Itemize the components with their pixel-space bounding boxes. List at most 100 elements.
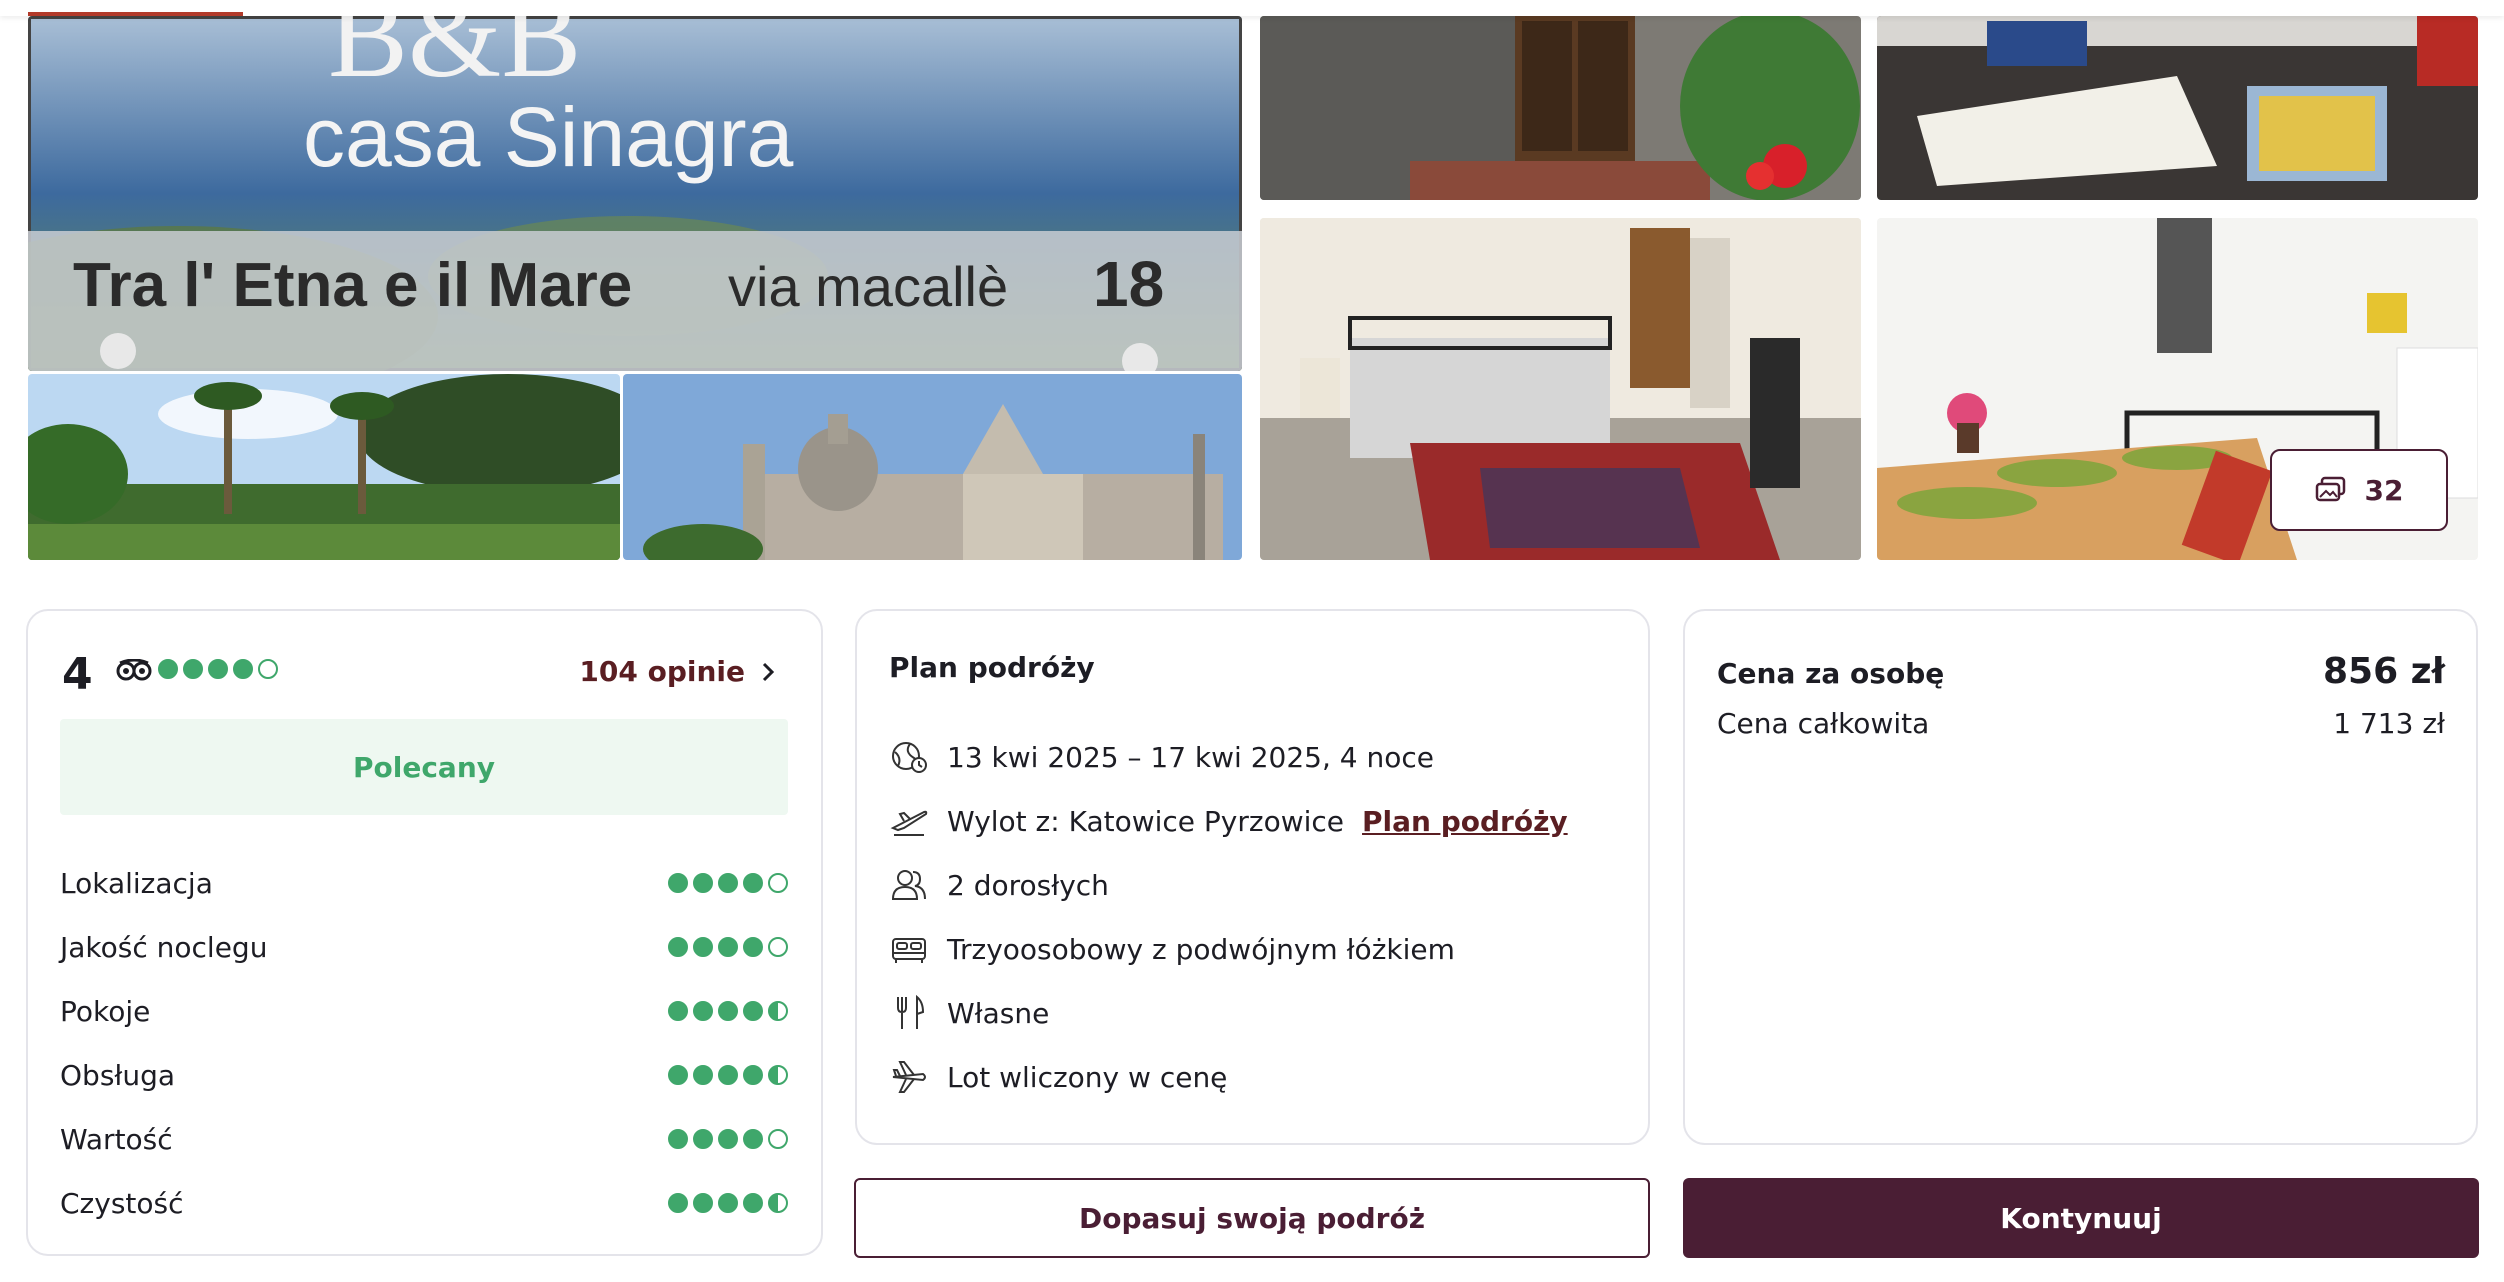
gallery-photo-bedroom[interactable] bbox=[1260, 218, 1861, 560]
rating-category-dots bbox=[668, 1065, 788, 1085]
plane-icon bbox=[889, 1057, 929, 1097]
rating-category-label: Pokoje bbox=[60, 994, 151, 1028]
rating-category-row: Lokalizacja bbox=[60, 851, 788, 915]
rating-category-label: Lokalizacja bbox=[60, 866, 213, 900]
trip-room-text: Trzyoosobowy z podwójnym łóżkiem bbox=[947, 932, 1455, 966]
rating-dot bbox=[718, 1001, 738, 1021]
rating-category-label: Czystość bbox=[60, 1186, 184, 1220]
trip-departure: Wylot z: Katowice Pyrzowice Plan podróży bbox=[889, 789, 1568, 853]
rating-dot bbox=[693, 937, 713, 957]
rating-dot bbox=[183, 659, 203, 679]
rating-dot bbox=[668, 1129, 688, 1149]
rating-dot bbox=[718, 1129, 738, 1149]
rating-dot bbox=[743, 873, 763, 893]
price-per-person-value: 856 zł bbox=[2323, 651, 2445, 692]
rating-dot bbox=[208, 659, 228, 679]
gallery-photo-garden[interactable] bbox=[28, 374, 620, 560]
sign-number: 18 bbox=[1093, 248, 1164, 320]
rating-dot bbox=[768, 937, 788, 957]
continue-button[interactable]: Kontynuuj bbox=[1683, 1178, 2479, 1258]
rating-dot bbox=[693, 873, 713, 893]
tripadvisor-icon bbox=[116, 659, 152, 681]
rating-dot bbox=[743, 1065, 763, 1085]
rating-dot bbox=[693, 1193, 713, 1213]
rating-dot bbox=[743, 1193, 763, 1213]
rating-dot bbox=[768, 1129, 788, 1149]
rating-dot bbox=[718, 1193, 738, 1213]
rating-dot bbox=[768, 1001, 788, 1021]
rating-dots bbox=[158, 659, 278, 679]
gallery-photo-cathedral[interactable] bbox=[623, 374, 1242, 560]
trip-dates-text: 13 kwi 2025 – 17 kwi 2025, 4 noce bbox=[947, 740, 1434, 774]
active-tab-indicator bbox=[28, 12, 243, 16]
rating-category-dots bbox=[668, 873, 788, 893]
rating-dot bbox=[768, 873, 788, 893]
rating-category-row: Pokoje bbox=[60, 979, 788, 1043]
trip-plan-title: Plan podróży bbox=[889, 651, 1095, 684]
rating-category-label: Wartość bbox=[60, 1122, 173, 1156]
rating-dot bbox=[693, 1001, 713, 1021]
customize-trip-button[interactable]: Dopasuj swoją podróż bbox=[854, 1178, 1650, 1258]
photo-count-button[interactable]: 32 bbox=[2270, 449, 2448, 531]
rating-dot bbox=[233, 659, 253, 679]
rating-dot bbox=[743, 1129, 763, 1149]
price-total-row: Cena całkowita 1 713 zł bbox=[1717, 707, 2445, 740]
trip-flight-text: Lot wliczony w cenę bbox=[947, 1060, 1228, 1094]
trip-flight: Lot wliczony w cenę bbox=[889, 1045, 1568, 1109]
chevron-right-icon bbox=[762, 662, 775, 681]
rating-dot bbox=[668, 937, 688, 957]
rating-category-label: Jakość noclegu bbox=[60, 930, 268, 964]
price-total-label: Cena całkowita bbox=[1717, 707, 1930, 740]
price-total-value: 1 713 zł bbox=[2333, 707, 2445, 740]
trip-room: Trzyoosobowy z podwójnym łóżkiem bbox=[889, 917, 1568, 981]
rating-category-row: Obsługa bbox=[60, 1043, 788, 1107]
rating-category-dots bbox=[668, 1193, 788, 1213]
price-card: Cena za osobę 856 zł Cena całkowita 1 71… bbox=[1683, 609, 2478, 1145]
trip-departure-text: Wylot z: Katowice Pyrzowice bbox=[947, 804, 1345, 838]
rating-score: 4 bbox=[62, 649, 93, 700]
photos-icon bbox=[2315, 476, 2345, 502]
gallery-photo-desk[interactable] bbox=[1877, 16, 2478, 200]
rating-category-row: Czystość bbox=[60, 1171, 788, 1235]
people-icon bbox=[889, 865, 929, 905]
trip-dates: 13 kwi 2025 – 17 kwi 2025, 4 noce bbox=[889, 725, 1568, 789]
rating-category-row: Jakość noclegu bbox=[60, 915, 788, 979]
trip-travellers: 2 dorosłych bbox=[889, 853, 1568, 917]
rating-dot bbox=[668, 1065, 688, 1085]
rating-categories: Lokalizacja Jakość noclegu Pokoje Obsługa Wa… bbox=[60, 851, 788, 1235]
gallery-photo-courtyard[interactable] bbox=[1260, 16, 1861, 200]
rating-dot bbox=[668, 873, 688, 893]
rating-dot bbox=[258, 659, 278, 679]
recommended-badge: Polecany bbox=[60, 719, 788, 815]
rating-dot bbox=[768, 1193, 788, 1213]
sign-name: casa Sinagra bbox=[303, 90, 794, 184]
sign-tagline: Tra l' Etna e il Mare bbox=[73, 251, 632, 320]
rating-dot bbox=[668, 1001, 688, 1021]
rating-category-label: Obsługa bbox=[60, 1058, 176, 1092]
rating-category-dots bbox=[668, 937, 788, 957]
rating-category-dots bbox=[668, 1001, 788, 1021]
price-per-person-label: Cena za osobę bbox=[1717, 657, 1945, 690]
rating-dot bbox=[743, 1001, 763, 1021]
trip-plan-list: 13 kwi 2025 – 17 kwi 2025, 4 noce Wylot … bbox=[889, 725, 1568, 1109]
rating-dot bbox=[718, 873, 738, 893]
trip-plan-link[interactable]: Plan podróży bbox=[1362, 805, 1568, 838]
calendar-globe-icon bbox=[889, 737, 929, 777]
bed-icon bbox=[889, 929, 929, 969]
cutlery-icon bbox=[889, 993, 929, 1033]
reviews-link[interactable]: 104 opinie bbox=[579, 655, 775, 688]
trip-board: Własne bbox=[889, 981, 1568, 1045]
sign-address: via macallè bbox=[728, 255, 1008, 318]
photo-count: 32 bbox=[2364, 473, 2404, 507]
rating-card: 4 104 opinie Polecany Lokalizacja Jakość … bbox=[26, 609, 823, 1256]
plane-takeoff-icon bbox=[889, 801, 929, 841]
trip-board-text: Własne bbox=[947, 996, 1050, 1030]
rating-dot bbox=[718, 1065, 738, 1085]
rating-category-dots bbox=[668, 1129, 788, 1149]
rating-dot bbox=[693, 1065, 713, 1085]
rating-dot bbox=[158, 659, 178, 679]
price-per-person-row: Cena za osobę 856 zł bbox=[1717, 651, 2445, 692]
top-bar bbox=[0, 0, 2504, 16]
gallery-photo-main-sign[interactable]: B&B casa Sinagra Tra l' Etna e il Mare v… bbox=[28, 16, 1242, 371]
trip-plan-card: Plan podróży 13 kwi 2025 – 17 kwi 2025, … bbox=[855, 609, 1650, 1145]
